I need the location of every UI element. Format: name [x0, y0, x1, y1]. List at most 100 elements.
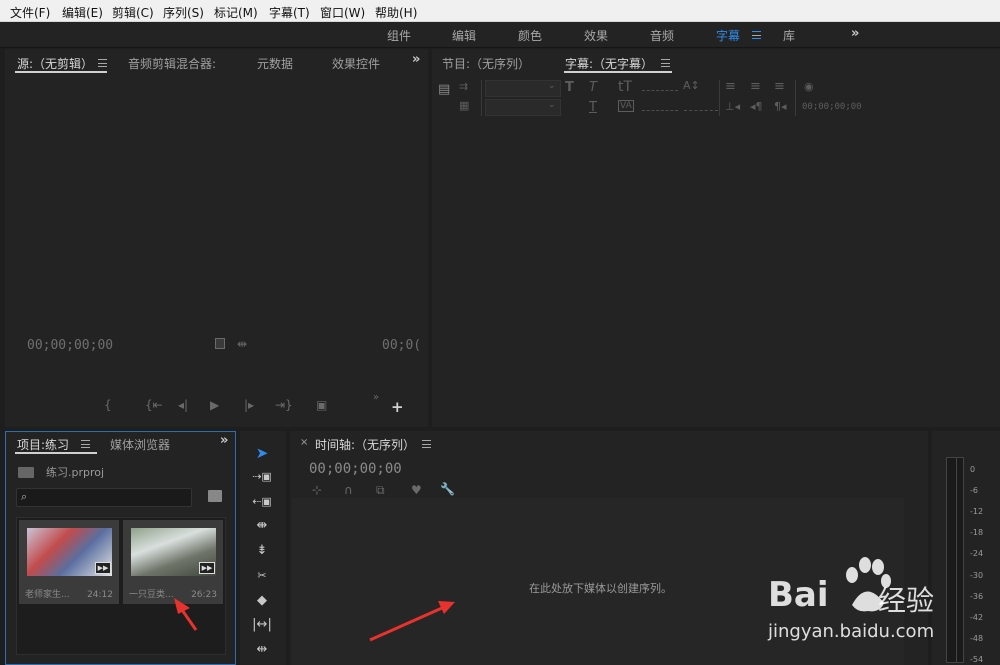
- menu-marker[interactable]: 标记(M): [214, 4, 258, 21]
- ripple-edit-tool-icon[interactable]: ⇠▣: [252, 494, 272, 510]
- snap-icon[interactable]: ∩: [344, 483, 353, 497]
- rate-stretch-tool-icon[interactable]: ⇟: [252, 543, 272, 559]
- slip-tool-icon[interactable]: ◆: [252, 593, 272, 609]
- pen-tool-icon[interactable]: |↔|: [252, 617, 272, 633]
- audio-video-badge-icon: ▶▶: [199, 562, 215, 574]
- tab-stop-center-icon[interactable]: ◂¶: [750, 100, 763, 113]
- show-video-icon[interactable]: ◉: [804, 80, 814, 93]
- play-icon[interactable]: ▶: [210, 398, 219, 412]
- bold-icon[interactable]: T: [565, 80, 574, 95]
- leading-field[interactable]: [684, 110, 718, 111]
- scale-icon[interactable]: ⇹: [237, 337, 247, 351]
- tab-media-browser[interactable]: 媒体浏览器: [110, 436, 170, 453]
- selection-tool-icon[interactable]: ➤: [252, 445, 272, 461]
- baidu-watermark: Bai 经验 jingyan.baidu.com: [768, 553, 998, 663]
- project-tab-menu-icon[interactable]: [81, 440, 90, 448]
- meter-label: -6: [970, 486, 978, 495]
- title-timecode[interactable]: 00;00;00;00: [802, 102, 862, 112]
- leading-icon[interactable]: A↕: [683, 79, 700, 92]
- align-center-icon[interactable]: ≡: [750, 79, 761, 94]
- workspace-bar: 组件 编辑 颜色 效果 音频 字幕 库 »: [0, 22, 1000, 48]
- kerning-icon[interactable]: VA: [618, 100, 634, 112]
- clip-duration: 26:23: [191, 590, 217, 600]
- titles-tab-menu-icon[interactable]: [661, 59, 670, 67]
- tab-stop-right-icon[interactable]: ¶◂: [774, 100, 787, 113]
- razor-tool-icon[interactable]: ✂: [252, 568, 272, 584]
- search-icon: ⌕: [21, 490, 28, 503]
- workspace-tab-audio[interactable]: 音频: [650, 27, 674, 44]
- active-tab-underline: [15, 71, 107, 73]
- tab-stop-left-icon[interactable]: ⊥◂: [725, 100, 740, 113]
- menu-file[interactable]: 文件(F): [10, 4, 50, 21]
- clip-thumbnail[interactable]: ▶▶ 老师家生... 24:12: [19, 520, 119, 604]
- align-left-icon[interactable]: ≡: [725, 79, 736, 94]
- menu-help[interactable]: 帮助(H): [375, 4, 417, 21]
- tab-effect-controls[interactable]: 效果控件: [332, 55, 380, 72]
- active-tab-underline: [564, 71, 672, 73]
- workspace-tab-assembly[interactable]: 组件: [387, 27, 411, 44]
- workspace-menu-icon[interactable]: [752, 31, 761, 39]
- tab-audio-clip-mixer[interactable]: 音频剪辑混合器:: [128, 55, 216, 72]
- project-overflow-icon[interactable]: »: [220, 433, 228, 448]
- menu-clip[interactable]: 剪辑(C): [112, 4, 154, 21]
- chevron-down-icon: ⌄: [548, 100, 556, 110]
- menu-edit[interactable]: 编辑(E): [62, 4, 103, 21]
- tab-metadata[interactable]: 元数据: [257, 55, 293, 72]
- wrench-icon[interactable]: 🔧: [440, 482, 455, 496]
- timeline-timecode[interactable]: 00;00;00;00: [309, 461, 402, 477]
- go-to-out-icon[interactable]: ⇥}: [275, 398, 293, 412]
- clip-thumbnail[interactable]: ▶▶ 一只豆类... 26:23: [123, 520, 223, 604]
- title-list-icon[interactable]: ▤: [438, 82, 450, 97]
- source-tab-menu-icon[interactable]: [98, 59, 107, 67]
- source-overflow-icon[interactable]: »: [412, 52, 420, 67]
- font-size-field[interactable]: [642, 90, 678, 91]
- controls-overflow-icon[interactable]: »: [373, 392, 379, 403]
- italic-icon[interactable]: T: [589, 80, 597, 95]
- add-button-icon[interactable]: +: [391, 398, 404, 416]
- chevron-down-icon: ⌄: [548, 81, 556, 91]
- menu-window[interactable]: 窗口(W): [320, 4, 365, 21]
- add-marker-icon[interactable]: ♥: [411, 483, 422, 497]
- close-icon[interactable]: ×: [300, 437, 308, 448]
- step-back-icon[interactable]: ◂|: [178, 398, 188, 412]
- workspace-tab-color[interactable]: 颜色: [518, 27, 542, 44]
- text-align-icon[interactable]: ⇉: [459, 80, 468, 93]
- search-input[interactable]: ⌕: [16, 488, 192, 507]
- rolling-edit-tool-icon[interactable]: ⇼: [252, 518, 272, 534]
- mark-in-icon[interactable]: {: [104, 398, 112, 412]
- kerning-field[interactable]: [642, 110, 678, 111]
- clip-grid: ▶▶ 老师家生... 24:12 ▶▶ 一只豆类... 26:23: [16, 517, 226, 655]
- workspace-tab-editing[interactable]: 编辑: [452, 27, 476, 44]
- timeline-menu-icon[interactable]: [422, 440, 431, 448]
- timeline-title[interactable]: 时间轴:（无序列）: [315, 436, 415, 453]
- nest-icon[interactable]: ⊹: [312, 483, 322, 497]
- tab-stops-icon[interactable]: ▦: [459, 99, 469, 112]
- active-tab-underline: [15, 452, 97, 454]
- hand-tool-icon[interactable]: ⇹: [252, 642, 272, 658]
- tab-project[interactable]: 项目:练习: [17, 436, 69, 453]
- align-right-icon[interactable]: ≡: [774, 79, 785, 94]
- new-search-bin-icon[interactable]: [208, 490, 222, 502]
- step-forward-icon[interactable]: |▸: [244, 398, 254, 412]
- fit-icon[interactable]: [215, 338, 225, 349]
- export-frame-icon[interactable]: ▣: [316, 398, 327, 412]
- project-panel: 项目:练习 媒体浏览器 » 练习.prproj ⌕ ▶▶ 老师家生... 24:…: [5, 431, 236, 665]
- divider: [719, 80, 720, 116]
- clip-duration: 24:12: [87, 590, 113, 600]
- tab-program[interactable]: 节目:（无序列）: [442, 55, 530, 72]
- workspace-overflow-icon[interactable]: »: [851, 26, 859, 41]
- linked-selection-icon[interactable]: ⧉: [376, 483, 385, 498]
- underline-icon[interactable]: T: [589, 100, 597, 115]
- source-timecode[interactable]: 00;00;00;00: [27, 338, 113, 353]
- audio-video-badge-icon: ▶▶: [95, 562, 111, 574]
- track-select-tool-icon[interactable]: ⇢▣: [252, 469, 272, 485]
- workspace-tab-titles[interactable]: 字幕: [716, 27, 740, 44]
- menu-sequence[interactable]: 序列(S): [163, 4, 204, 21]
- tab-titles[interactable]: 字幕:（无字幕）: [565, 55, 653, 72]
- workspace-tab-libraries[interactable]: 库: [783, 27, 795, 44]
- font-size-icon[interactable]: tT: [618, 79, 632, 95]
- workspace-tab-effects[interactable]: 效果: [584, 27, 608, 44]
- go-to-in-icon[interactable]: {⇤: [145, 398, 163, 412]
- tab-source[interactable]: 源:（无剪辑）: [17, 55, 93, 72]
- menu-title[interactable]: 字幕(T): [269, 4, 310, 21]
